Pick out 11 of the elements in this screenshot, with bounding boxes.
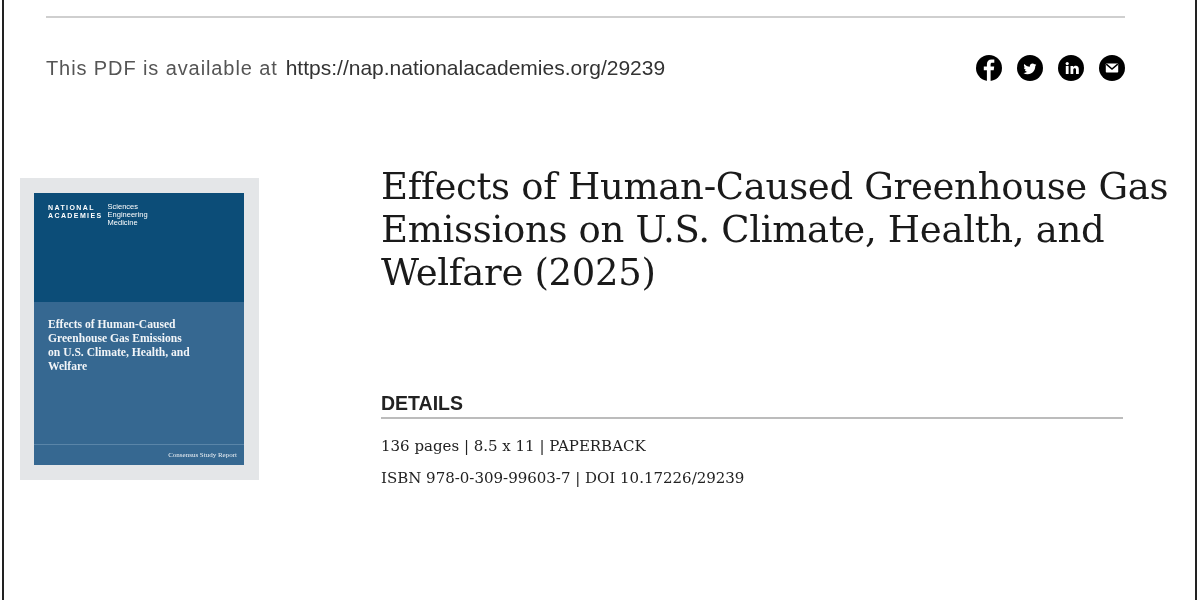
linkedin-icon[interactable] (1058, 55, 1084, 81)
mail-icon[interactable] (1099, 55, 1125, 81)
details-heading: DETAILS (381, 392, 464, 414)
details-line: ISBN 978-0-309-99603-7 | DOI 10.17226/29239 (381, 468, 746, 489)
availability-label: This PDF is available at (46, 57, 278, 80)
pdf-url-link[interactable]: https://nap.nationalacademies.org/29239 (285, 56, 666, 80)
twitter-icon[interactable] (1017, 55, 1043, 81)
details-line: 136 pages | 8.5 x 11 | PAPERBACK (381, 436, 647, 457)
facebook-icon[interactable] (976, 55, 1002, 81)
report-title: Effects of Human-Caused Greenhouse Gas Emissions on U.S. Climate, Health, and Welfare (2025) (381, 165, 1170, 294)
cover-title: Effects of Human-Caused Greenhouse Gas Emissions on U.S. Climate, Health, and Welfare (48, 318, 191, 374)
